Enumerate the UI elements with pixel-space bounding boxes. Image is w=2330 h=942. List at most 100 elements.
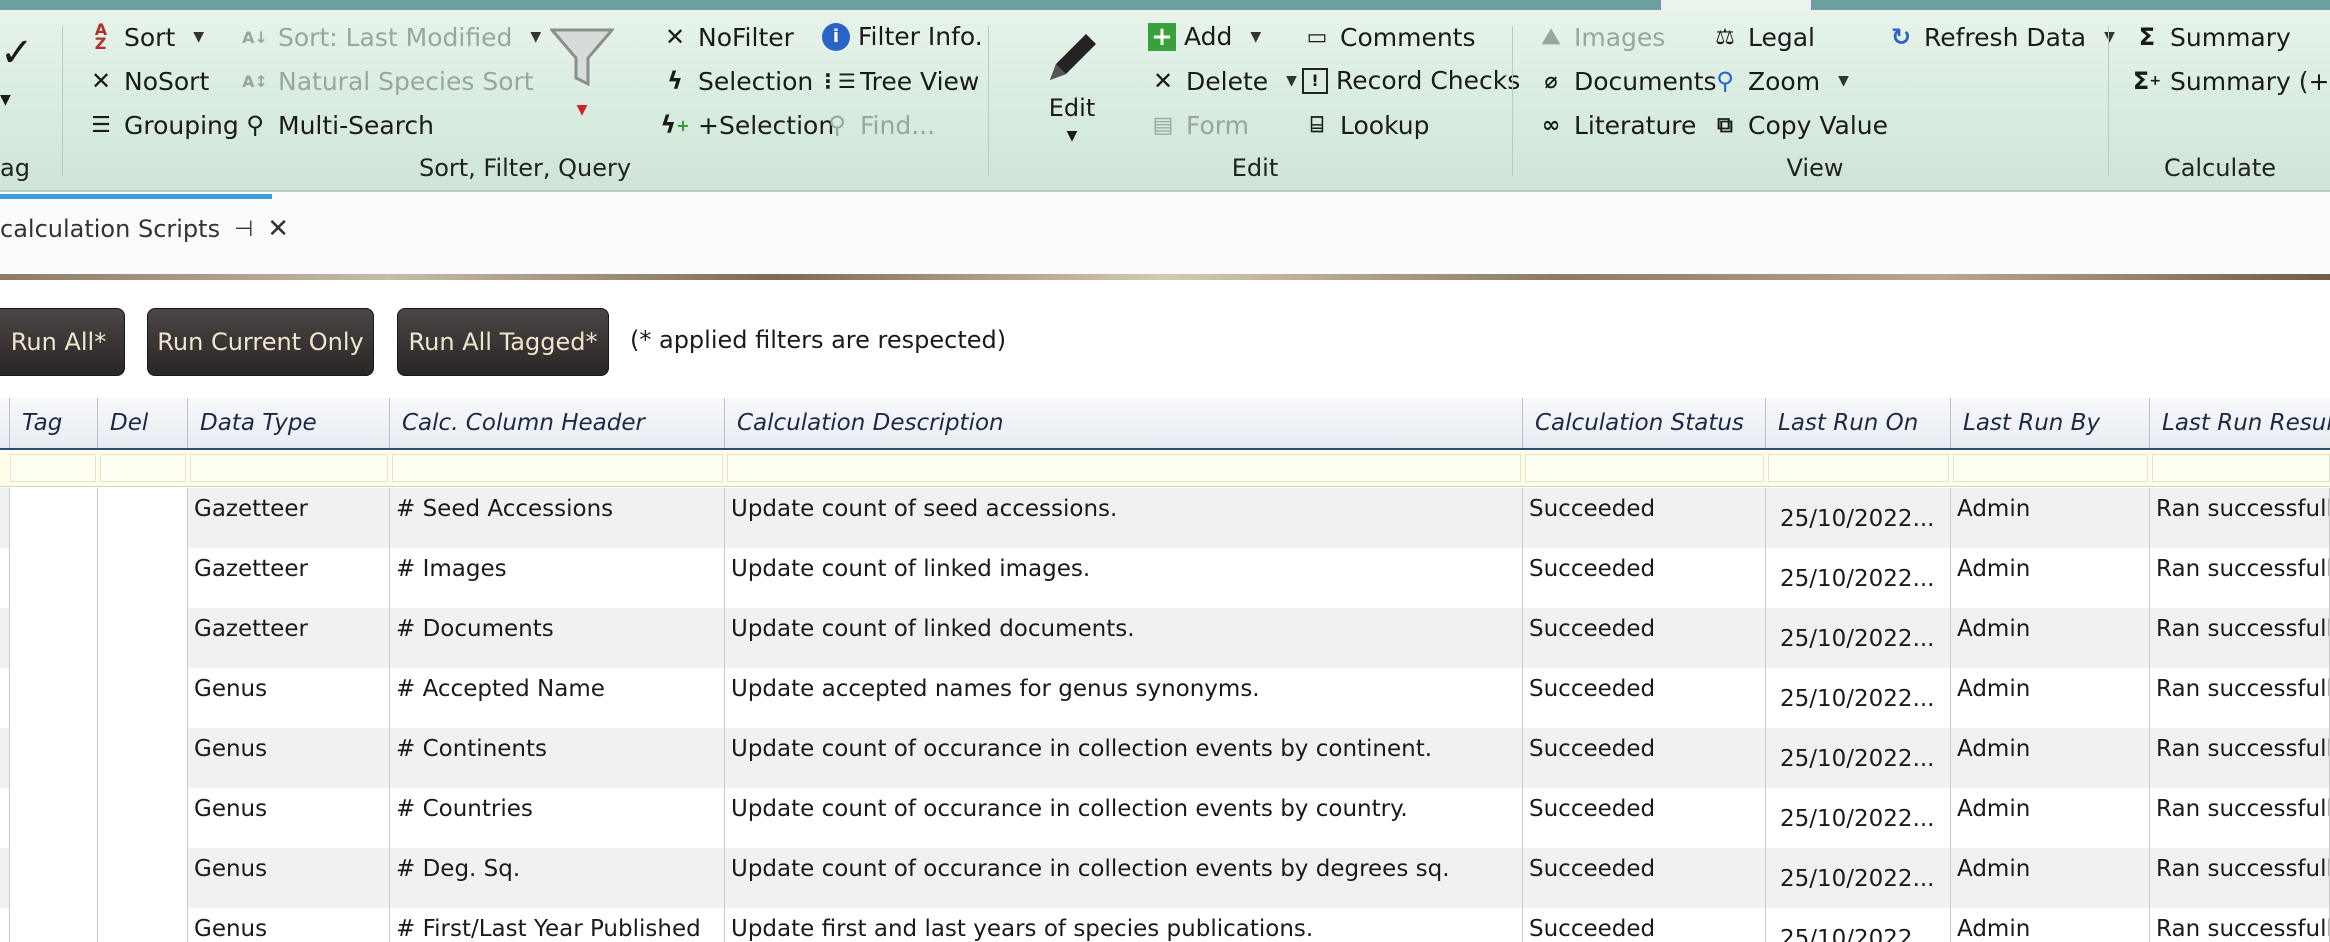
table-row[interactable]: Gazetteer # Seed Accessions Update count o… [0,488,2330,548]
form-button[interactable]: ▤ Form [1148,110,1249,140]
cell-tag[interactable] [10,908,98,942]
cell-calculation-description[interactable]: Update first and last years of species p… [725,908,1523,942]
edit-dropdown-icon[interactable]: ▼ [1030,128,1114,144]
cell-calculation-status[interactable]: Succeeded [1523,788,1766,848]
cell-calc-column-header[interactable]: # Accepted Name [390,668,725,728]
selection-button[interactable]: ϟ Selection [660,66,813,96]
cell-last-run-result[interactable]: Ran successfully [2150,908,2330,942]
pin-icon[interactable]: ⊣ [234,217,253,242]
cell-calculation-description[interactable]: Update count of seed accessions. [725,488,1523,548]
close-icon[interactable]: ✕ [267,214,289,244]
cell-last-run-result[interactable]: Ran successfully [2150,848,2330,908]
cell-last-run-result[interactable]: Ran successfully [2150,488,2330,548]
nofilter-button[interactable]: ✕ NoFilter [660,22,794,52]
grouping-button[interactable]: ☰ Grouping [86,110,239,140]
cell-calculation-description[interactable]: Update count of occurance in collection … [725,848,1523,908]
refresh-dropdown-icon[interactable]: ▼ [2104,29,2115,45]
cell-calc-column-header[interactable]: # Seed Accessions [390,488,725,548]
filter-cell-calculation-status[interactable] [1525,454,1764,482]
table-row[interactable]: Genus # Deg. Sq. Update count of occurance… [0,848,2330,908]
plus-selection-button[interactable]: ϟ + +Selection [660,110,834,140]
refresh-data-button[interactable]: ↻ Refresh Data ▼ [1886,22,2115,52]
cell-last-run-on[interactable]: 25/10/2022... [1766,788,1951,848]
cell-calculation-status[interactable]: Succeeded [1523,488,1766,548]
column-header-last-run-result[interactable]: Last Run Result [2150,398,2330,448]
cell-last-run-by[interactable]: Admin [1951,788,2150,848]
cell-last-run-on[interactable]: 25/10/2022... [1766,548,1951,608]
filter-cell-del[interactable] [100,454,186,482]
cell-del[interactable] [98,788,188,848]
active-ribbon-tab[interactable] [1660,0,1812,10]
multi-search-button[interactable]: ⚲ Multi-Search [240,110,434,140]
filter-cell-tag[interactable] [10,454,96,482]
cell-last-run-result[interactable]: Ran successfully [2150,548,2330,608]
table-row[interactable]: Gazetteer # Documents Update count of link… [0,608,2330,668]
cell-del[interactable] [98,488,188,548]
run-all-tagged-button[interactable]: Run All Tagged* [397,308,609,376]
add-dropdown-icon[interactable]: ▼ [1250,29,1261,45]
cell-data-type[interactable]: Gazetteer [188,548,390,608]
cell-tag[interactable] [10,728,98,788]
zoom-button[interactable]: ⚲ Zoom ▼ [1710,66,1849,96]
row-selector[interactable] [0,848,10,908]
delete-button[interactable]: ✕ Delete ▼ [1148,66,1297,96]
filter-funnel-button[interactable]: ▼ [550,26,614,118]
cell-calculation-description[interactable]: Update count of linked images. [725,548,1523,608]
cell-tag[interactable] [10,488,98,548]
cell-del[interactable] [98,668,188,728]
funnel-dropdown-icon[interactable]: ▼ [577,102,588,118]
column-header-data-type[interactable]: Data Type [188,398,390,448]
column-header-last-run-by[interactable]: Last Run By [1951,398,2150,448]
summary-plus-button[interactable]: Σ + Summary (+) [2132,66,2330,96]
edit-big-button[interactable]: Edit ▼ [1030,24,1114,144]
cell-last-run-on[interactable]: 25/10/2022... [1766,608,1951,668]
row-selector[interactable] [0,488,10,548]
natural-species-sort-button[interactable]: A↕ Natural Species Sort [240,66,533,96]
cell-last-run-by[interactable]: Admin [1951,668,2150,728]
cell-last-run-on[interactable]: 25/10/2022... [1766,668,1951,728]
cell-last-run-by[interactable]: Admin [1951,908,2150,942]
cell-tag[interactable] [10,668,98,728]
lookup-button[interactable]: ⌸ Lookup [1302,110,1429,140]
filter-cell-calc-column-header[interactable] [392,454,723,482]
sort-button[interactable]: AZ Sort ▼ [86,22,204,52]
cell-tag[interactable] [10,788,98,848]
cell-calc-column-header[interactable]: # Continents [390,728,725,788]
cell-calc-column-header[interactable]: # First/Last Year Published [390,908,725,942]
cell-calculation-status[interactable]: Succeeded [1523,848,1766,908]
cell-tag[interactable] [10,548,98,608]
cell-calculation-description[interactable]: Update count of linked documents. [725,608,1523,668]
cell-last-run-by[interactable]: Admin [1951,548,2150,608]
cell-calculation-status[interactable]: Succeeded [1523,728,1766,788]
cell-calc-column-header[interactable]: # Documents [390,608,725,668]
tree-view-button[interactable]: ⋮☰ Tree View [818,66,979,96]
column-header-tag[interactable]: Tag [10,398,98,448]
cell-tag[interactable] [10,848,98,908]
row-selector[interactable] [0,608,10,668]
legal-button[interactable]: ⚖ Legal [1710,22,1815,52]
nosort-button[interactable]: ✕ NoSort [86,66,209,96]
column-header-calculation-description[interactable]: Calculation Description [725,398,1523,448]
tab-calculation-scripts[interactable]: calculation Scripts ⊣ ✕ [0,194,289,250]
row-selector-header[interactable] [0,398,10,448]
cell-last-run-by[interactable]: Admin [1951,728,2150,788]
filter-info-button[interactable]: i Filter Info. [822,22,983,51]
cell-data-type[interactable]: Gazetteer [188,488,390,548]
cell-last-run-result[interactable]: Ran successfully [2150,788,2330,848]
comments-button[interactable]: ▭ Comments [1302,22,1476,52]
table-row[interactable]: Genus # First/Last Year Published Update f… [0,908,2330,942]
run-all-button[interactable]: Run All* [0,308,125,376]
cell-calculation-description[interactable]: Update count of occurance in collection … [725,788,1523,848]
sort-dropdown-icon[interactable]: ▼ [193,29,204,45]
cell-calculation-status[interactable]: Succeeded [1523,908,1766,942]
tag-checkmark-icon[interactable]: ✓ [0,30,34,76]
cell-last-run-on[interactable]: 25/10/2022... [1766,848,1951,908]
cell-calculation-status[interactable]: Succeeded [1523,608,1766,668]
cell-tag[interactable] [10,608,98,668]
cell-data-type[interactable]: Genus [188,848,390,908]
cell-del[interactable] [98,608,188,668]
cell-del[interactable] [98,728,188,788]
cell-calc-column-header[interactable]: # Images [390,548,725,608]
cell-last-run-on[interactable]: 25/10/2022... [1766,908,1951,942]
find-button[interactable]: ⚲ Find... [822,110,935,140]
